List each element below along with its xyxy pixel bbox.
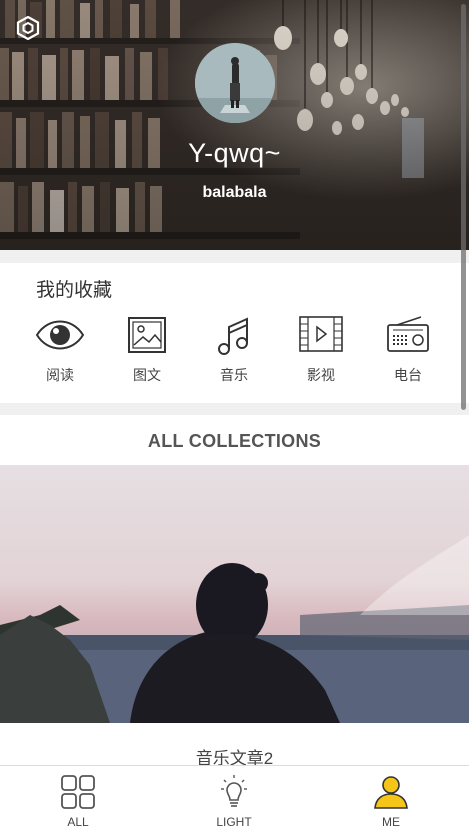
user-subtitle: balabala [202,184,267,201]
favorite-label: 电台 [394,367,422,383]
avatar[interactable] [195,43,275,123]
username: Y-qwq~ [188,138,281,168]
favorite-item-radio[interactable]: 电台 [373,315,443,395]
grid-icon [61,775,95,809]
tab-me[interactable]: ME [313,766,469,834]
collections-title: ALL COLLECTIONS [147,431,322,451]
bottom-tab-bar: ALL LIGHT ME [0,765,469,834]
user-icon [374,776,408,809]
music-note-icon [218,317,248,355]
bookshelf-background [0,0,469,250]
tab-label: ME [382,815,400,829]
tab-all[interactable]: ALL [0,766,156,834]
favorite-item-gallery[interactable]: 图文 [112,315,182,395]
favorite-item-music[interactable]: 音乐 [199,315,269,395]
profile-header: Y-qwq~ balabala [0,0,469,250]
lightbulb-icon [221,775,247,807]
eye-icon [35,320,85,350]
favorites-section: 我的收藏 阅读 图文 音乐 影视 电台 [0,263,469,403]
favorite-label: 音乐 [220,367,248,383]
tab-label: LIGHT [216,815,252,829]
favorite-label: 阅读 [46,367,74,383]
tab-label: ALL [67,815,89,829]
favorite-label: 影视 [307,367,335,383]
favorite-item-read[interactable]: 阅读 [25,315,95,395]
tab-light[interactable]: LIGHT [156,766,312,834]
favorite-item-video[interactable]: 影视 [286,315,356,395]
favorites-title: 我的收藏 [36,280,113,301]
image-icon [128,317,166,353]
article-cover-image[interactable] [0,465,469,723]
app-logo-icon[interactable] [16,15,40,41]
radio-icon [387,316,429,352]
scrollbar[interactable] [461,4,466,410]
film-icon [299,316,343,352]
favorite-label: 图文 [133,367,161,383]
